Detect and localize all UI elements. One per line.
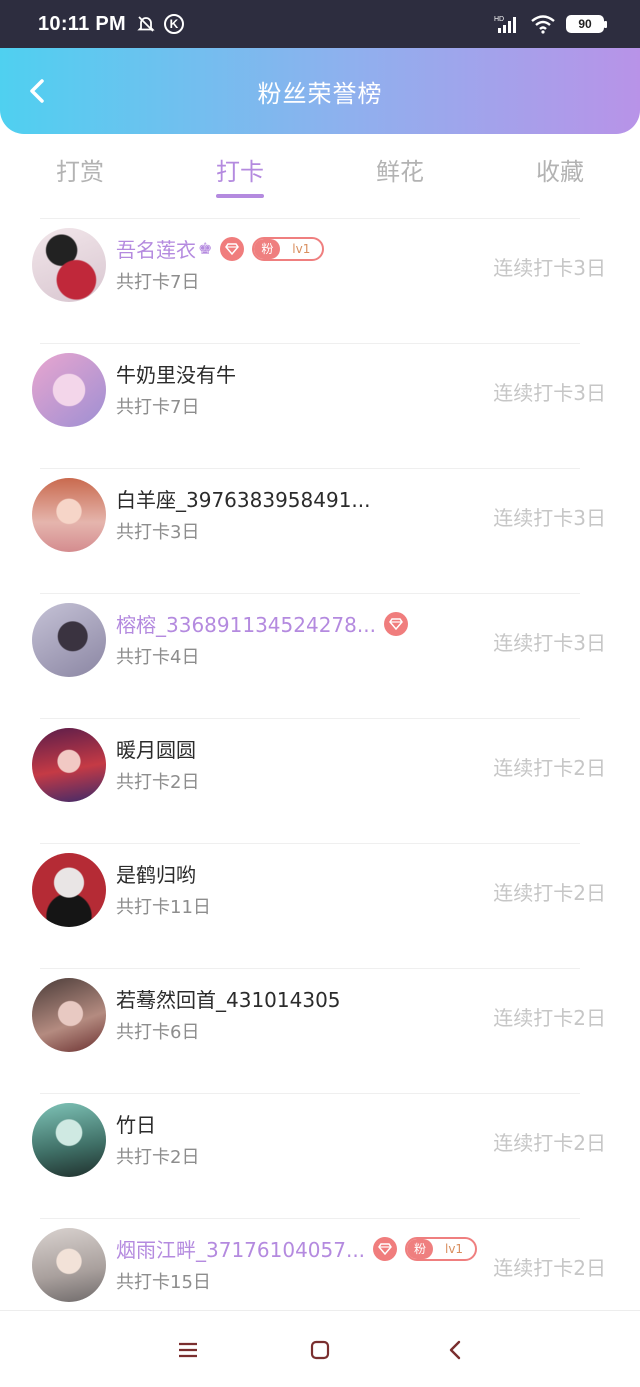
list-item[interactable]: 暖月圆圆 共打卡2日 连续打卡2日: [0, 718, 640, 843]
total-checkins: 共打卡2日: [116, 1147, 200, 1168]
diamond-icon: [373, 1236, 398, 1261]
fan-badge-level: lv1: [445, 1241, 464, 1256]
crown-icon: ♚: [198, 239, 213, 258]
tab-label: 打卡: [216, 158, 264, 186]
total-checkins: 共打卡7日: [116, 397, 200, 418]
nav-back-icon: [449, 1340, 461, 1360]
avatar[interactable]: [32, 728, 106, 802]
streak-text: 连续打卡2日: [493, 881, 606, 905]
fan-list: 吾名莲衣 ♚ 粉 lv1 共打卡7日 连续打卡3日 牛奶里没有牛 共打卡7日 连…: [0, 218, 640, 1343]
page-title: 粉丝荣誉榜: [257, 79, 383, 108]
total-checkins: 共打卡11日: [116, 897, 211, 918]
name-line: 牛奶里没有牛: [116, 359, 236, 388]
back-icon: [30, 79, 44, 103]
streak-text: 连续打卡2日: [493, 756, 606, 780]
total-checkins: 共打卡4日: [116, 647, 200, 668]
list-item[interactable]: 竹日 共打卡2日 连续打卡2日: [0, 1093, 640, 1218]
tab-bar: 打赏 打卡 鲜花 收藏: [0, 134, 640, 206]
status-right-icons: HD 90: [494, 14, 607, 34]
tab-checkin[interactable]: 打卡: [160, 134, 320, 206]
avatar[interactable]: [32, 978, 106, 1052]
user-name[interactable]: 暖月圆圆: [116, 734, 196, 763]
user-name[interactable]: 竹日: [116, 1109, 156, 1138]
list-item[interactable]: 是鹤归哟 共打卡11日 连续打卡2日: [0, 843, 640, 968]
name-line: 若蓦然回首_431014305: [116, 984, 341, 1013]
nav-back-button[interactable]: [440, 1335, 470, 1365]
total-checkins: 共打卡2日: [116, 772, 200, 793]
menu-icon: [179, 1342, 197, 1358]
avatar[interactable]: [32, 853, 106, 927]
status-left-icons: K: [136, 14, 185, 34]
streak-text: 连续打卡3日: [493, 506, 606, 530]
avatar[interactable]: [32, 353, 106, 427]
user-name[interactable]: 白羊座_3976383958491...: [116, 484, 371, 513]
user-name[interactable]: 是鹤归哟: [116, 859, 196, 888]
streak-text: 连续打卡3日: [493, 631, 606, 655]
name-line: 是鹤归哟: [116, 859, 196, 888]
status-time: 10:11 PM: [38, 12, 127, 35]
back-button[interactable]: [20, 74, 54, 108]
system-nav-bar: [0, 1310, 640, 1387]
menu-button[interactable]: [173, 1335, 203, 1365]
total-checkins: 共打卡6日: [116, 1022, 200, 1043]
user-name[interactable]: 吾名莲衣: [116, 234, 196, 263]
total-checkins: 共打卡15日: [116, 1272, 211, 1293]
fan-level-badge: 粉 lv1: [405, 1236, 478, 1261]
diamond-icon: [220, 236, 245, 261]
name-line: 烟雨江畔_37176104057... 粉 lv1: [116, 1234, 478, 1263]
avatar[interactable]: [32, 603, 106, 677]
total-checkins: 共打卡7日: [116, 272, 200, 293]
name-line: 吾名莲衣 ♚ 粉 lv1: [116, 234, 325, 263]
svg-text:HD: HD: [494, 16, 504, 23]
name-line: 竹日: [116, 1109, 156, 1138]
wifi-icon: [531, 15, 555, 34]
streak-text: 连续打卡2日: [493, 1006, 606, 1030]
battery-icon: 90: [566, 15, 607, 33]
diamond-icon: [383, 611, 408, 636]
name-line: 榕榕_336891134524278...: [116, 609, 408, 638]
k-app-icon: K: [164, 14, 185, 34]
fan-badge-label: 粉: [254, 238, 281, 259]
user-name[interactable]: 榕榕_336891134524278...: [116, 609, 376, 638]
streak-text: 连续打卡3日: [493, 256, 606, 280]
name-line: 白羊座_3976383958491...: [116, 484, 371, 513]
fan-level-badge: 粉 lv1: [252, 236, 325, 261]
tab-reward[interactable]: 打赏: [0, 134, 160, 206]
fan-badge-label: 粉: [407, 1238, 434, 1259]
active-tab-indicator: [216, 194, 264, 198]
total-checkins: 共打卡3日: [116, 522, 200, 543]
status-bar: 10:11 PM K HD 90: [0, 0, 640, 48]
header-bar: 粉丝荣誉榜: [0, 48, 640, 134]
tab-flowers[interactable]: 鲜花: [320, 134, 480, 206]
user-name[interactable]: 烟雨江畔_37176104057...: [116, 1234, 365, 1263]
streak-text: 连续打卡2日: [493, 1131, 606, 1155]
signal-icon: HD: [494, 16, 516, 33]
user-name[interactable]: 牛奶里没有牛: [116, 359, 236, 388]
avatar[interactable]: [32, 228, 106, 302]
list-item[interactable]: 榕榕_336891134524278... 共打卡4日 连续打卡3日: [0, 593, 640, 718]
tab-favorites[interactable]: 收藏: [480, 134, 640, 206]
avatar[interactable]: [32, 478, 106, 552]
streak-text: 连续打卡3日: [493, 381, 606, 405]
home-icon: [310, 1340, 330, 1360]
user-name[interactable]: 若蓦然回首_431014305: [116, 984, 341, 1013]
list-item[interactable]: 牛奶里没有牛 共打卡7日 连续打卡3日: [0, 343, 640, 468]
home-button[interactable]: [305, 1335, 335, 1365]
tab-label: 收藏: [536, 158, 584, 186]
name-line: 暖月圆圆: [116, 734, 196, 763]
fan-badge-level: lv1: [292, 241, 311, 256]
silent-bell-icon: [137, 16, 155, 32]
avatar[interactable]: [32, 1103, 106, 1177]
streak-text: 连续打卡2日: [493, 1256, 606, 1280]
tab-label: 鲜花: [376, 158, 424, 186]
avatar[interactable]: [32, 1228, 106, 1302]
list-item[interactable]: 若蓦然回首_431014305 共打卡6日 连续打卡2日: [0, 968, 640, 1093]
list-item[interactable]: 白羊座_3976383958491... 共打卡3日 连续打卡3日: [0, 468, 640, 593]
tab-label: 打赏: [56, 158, 104, 186]
list-item[interactable]: 吾名莲衣 ♚ 粉 lv1 共打卡7日 连续打卡3日: [0, 218, 640, 343]
